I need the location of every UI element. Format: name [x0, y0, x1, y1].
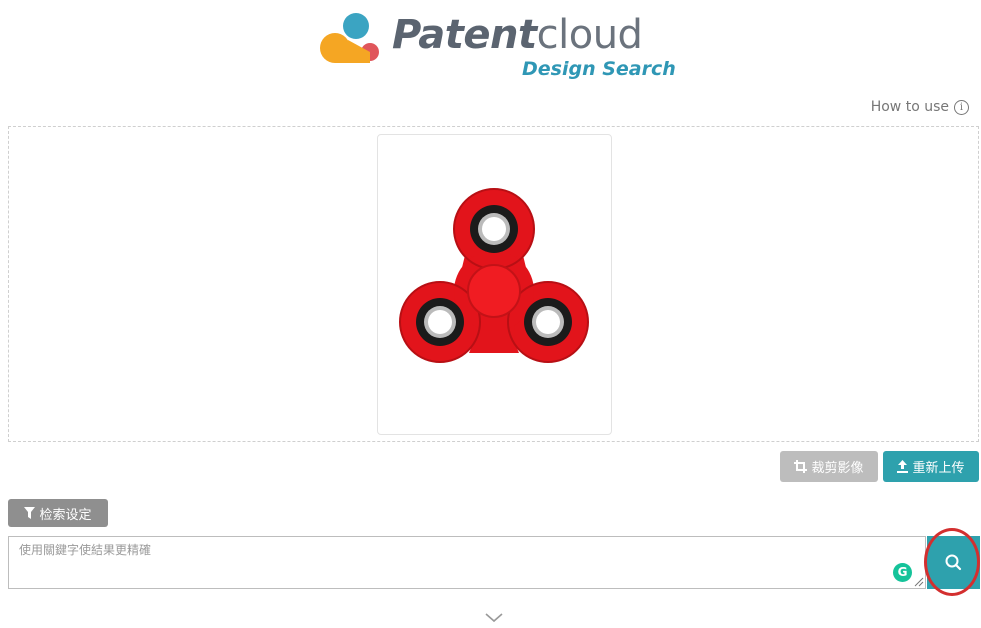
- brand-name-light: cloud: [536, 12, 643, 58]
- uploaded-image-preview: [377, 134, 612, 435]
- grammarly-icon[interactable]: G: [893, 563, 912, 582]
- filter-icon: [24, 507, 36, 519]
- how-to-use-label: How to use: [870, 99, 949, 115]
- brand-logo: Patentcloud Design Search: [318, 6, 678, 86]
- search-settings-button[interactable]: 检索设定: [8, 499, 108, 527]
- crop-image-button[interactable]: 裁剪影像: [780, 451, 878, 482]
- chevron-down-icon[interactable]: [484, 612, 504, 624]
- keyword-input-container: G: [8, 536, 926, 589]
- brand-subtitle: Design Search: [522, 58, 676, 80]
- search-button[interactable]: [927, 536, 980, 589]
- brand-wordmark: Patentcloud: [392, 10, 643, 60]
- crop-image-label: 裁剪影像: [811, 461, 864, 476]
- upload-icon: [897, 460, 909, 473]
- fidget-spinner-image: [399, 188, 589, 363]
- how-to-use-link[interactable]: How to use i: [871, 99, 969, 115]
- keyword-input[interactable]: [9, 537, 925, 588]
- search-icon: [945, 554, 961, 570]
- reupload-button[interactable]: 重新上传: [883, 451, 979, 482]
- search-settings-label: 检索设定: [39, 507, 92, 523]
- crop-icon: [794, 460, 808, 473]
- resize-handle-icon[interactable]: [912, 575, 924, 587]
- reupload-label: 重新上传: [912, 461, 965, 476]
- info-circle-icon: i: [954, 99, 969, 115]
- brand-name-bold: Patent: [392, 12, 537, 58]
- patentcloud-logo-mark: [320, 13, 379, 63]
